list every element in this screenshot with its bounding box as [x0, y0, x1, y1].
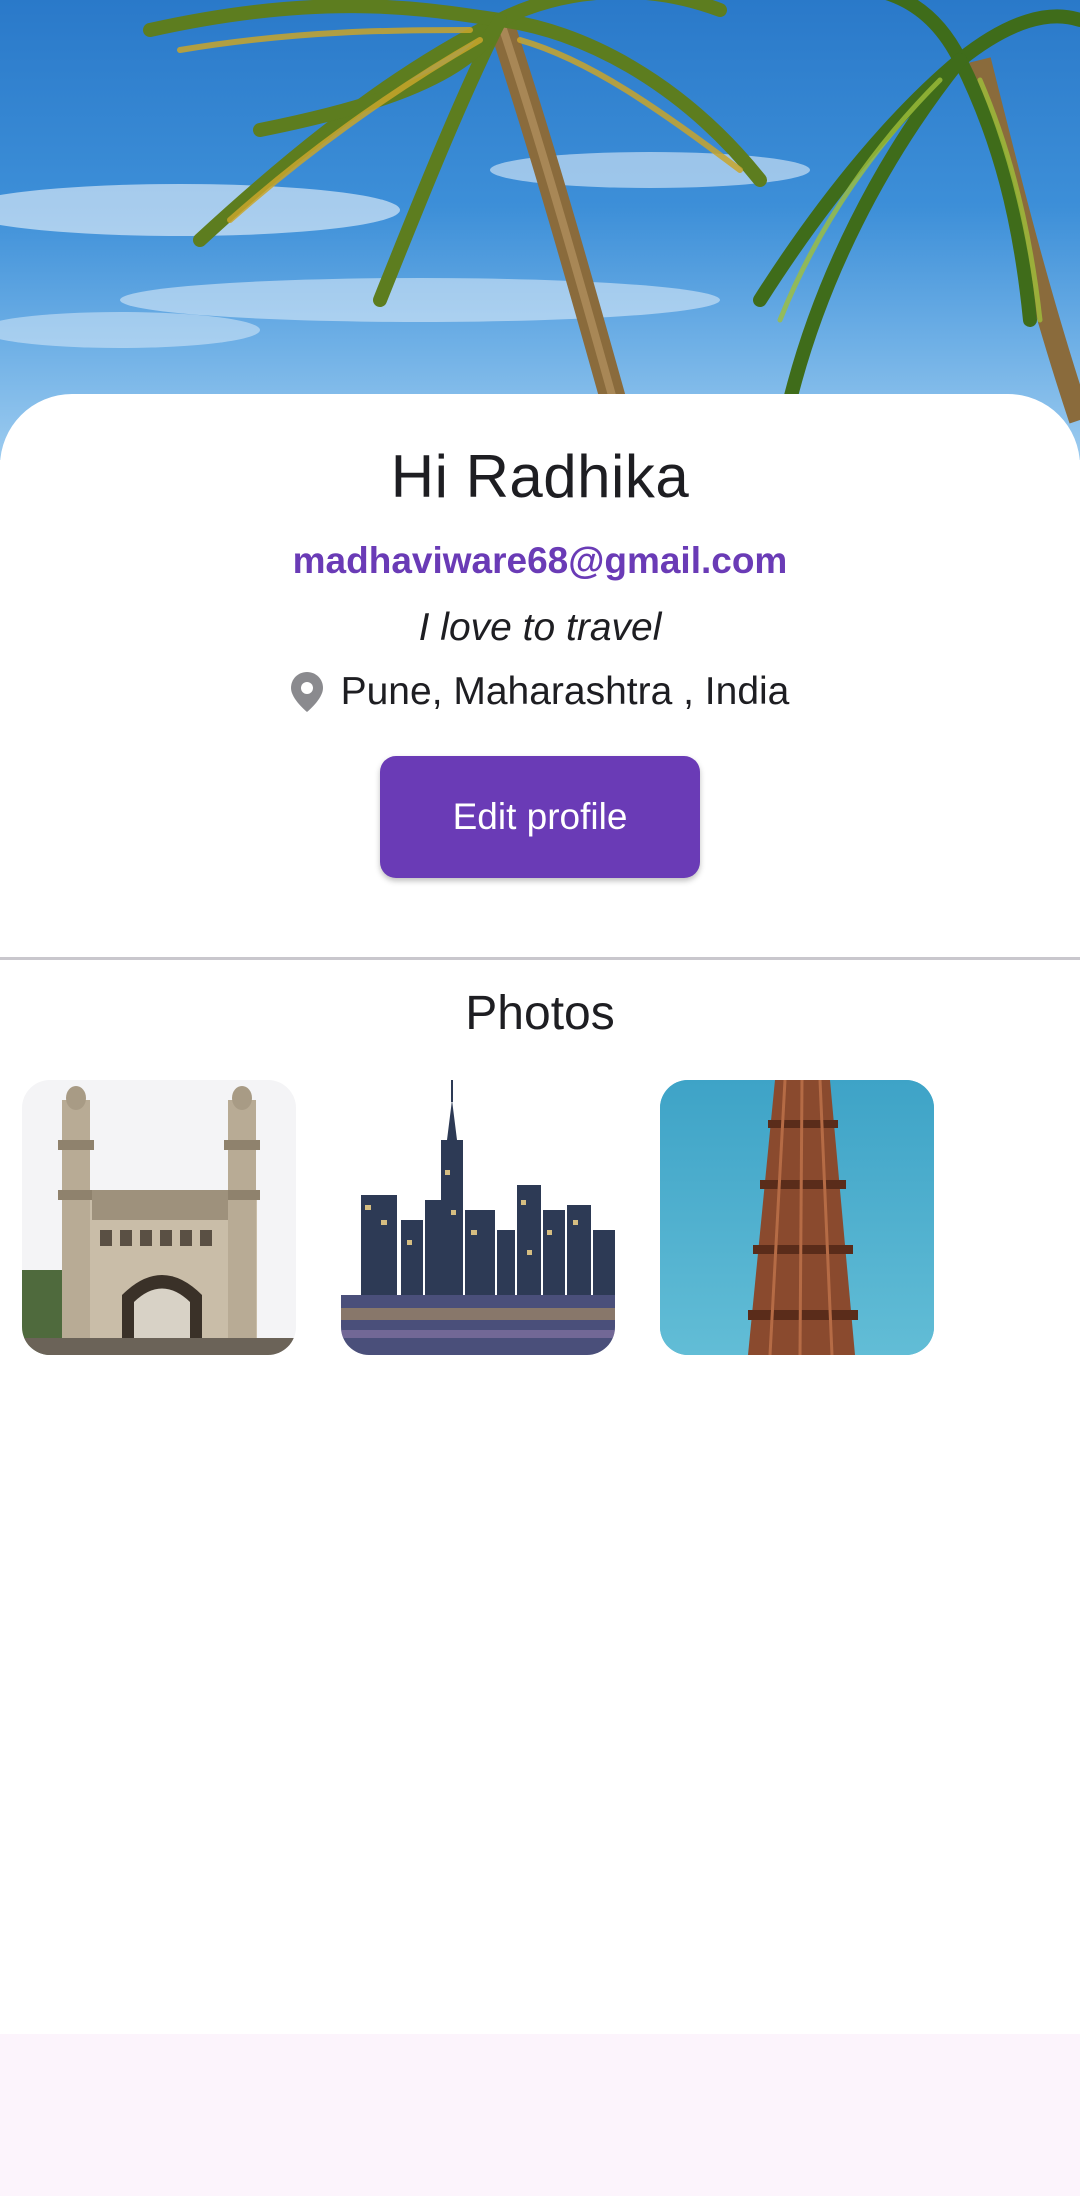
bottom-navigation-area [0, 2034, 1080, 2196]
photos-title: Photos [465, 987, 615, 1040]
location-text: Pune, Maharashtra , India [340, 670, 790, 713]
cover-photo [0, 0, 1080, 460]
edit-profile-button[interactable]: Edit profile [380, 756, 700, 878]
photo-city-skyline[interactable] [341, 1080, 615, 1355]
location-row: Pune, Maharashtra , India [0, 670, 1080, 714]
photo-qutub-minar[interactable] [660, 1080, 934, 1355]
bio-text: I love to travel [418, 606, 662, 649]
location-pin-icon [290, 672, 323, 712]
email-text: madhaviware68@gmail.com [292, 540, 788, 581]
greeting-title: Hi Radhika [390, 443, 690, 510]
divider [0, 957, 1080, 960]
photo-charminar[interactable] [22, 1080, 296, 1355]
